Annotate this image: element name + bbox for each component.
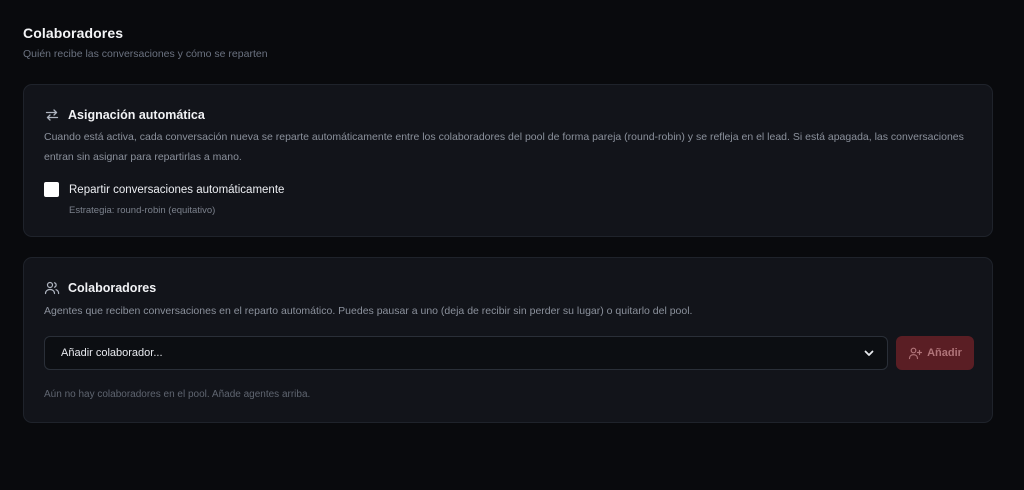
add-collaborator-select-value: Añadir colaborador... [61,347,163,359]
collaborators-title: Colaboradores [68,281,157,295]
auto-assign-card: Asignación automática Cuando está activa… [23,84,993,237]
collaborators-card: Colaboradores Agentes que reciben conver… [23,257,993,423]
page-header: Colaboradores Quién recibe las conversac… [23,25,268,60]
arrows-swap-icon [44,107,60,123]
page-subtitle: Quién recibe las conversaciones y cómo s… [23,48,268,60]
collaborators-description: Agentes que reciben conversaciones en el… [44,305,693,317]
user-plus-icon [908,346,923,360]
strategy-text: Estrategia: round-robin (equitativo) [69,205,216,216]
page-title: Colaboradores [23,25,124,41]
auto-assign-toggle-row[interactable]: Repartir conversaciones automáticamente [44,182,284,197]
collaborators-header: Colaboradores [44,280,156,296]
auto-assign-header: Asignación automática [44,107,205,123]
add-collaborator-button[interactable]: Añadir [896,336,974,370]
users-icon [44,280,60,296]
add-collaborator-select[interactable]: Añadir colaborador... [44,336,888,370]
empty-pool-text: Aún no hay colaboradores en el pool. Aña… [44,389,311,400]
add-collaborator-button-label: Añadir [927,347,962,359]
auto-assign-checkbox[interactable] [44,182,59,197]
chevron-down-icon [863,347,875,359]
auto-assign-checkbox-label[interactable]: Repartir conversaciones automáticamente [69,184,284,196]
auto-assign-description: Cuando está activa, cada conversación nu… [44,131,964,163]
auto-assign-title: Asignación automática [68,108,205,122]
